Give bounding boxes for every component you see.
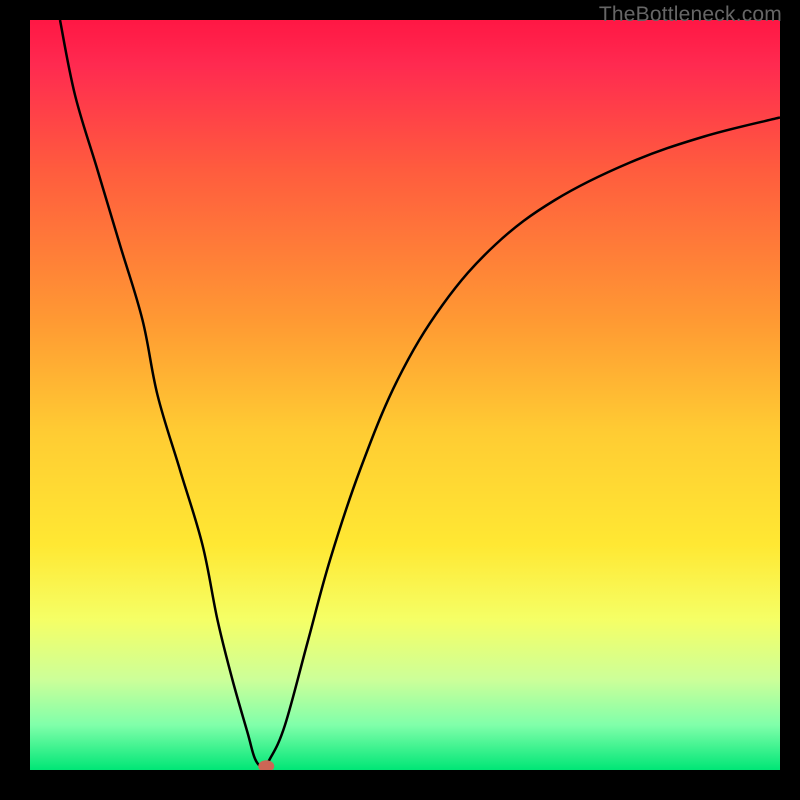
chart-background: [30, 20, 780, 770]
chart-container: [30, 20, 780, 770]
watermark-text: TheBottleneck.com: [599, 3, 782, 27]
bottleneck-chart: [30, 20, 780, 770]
